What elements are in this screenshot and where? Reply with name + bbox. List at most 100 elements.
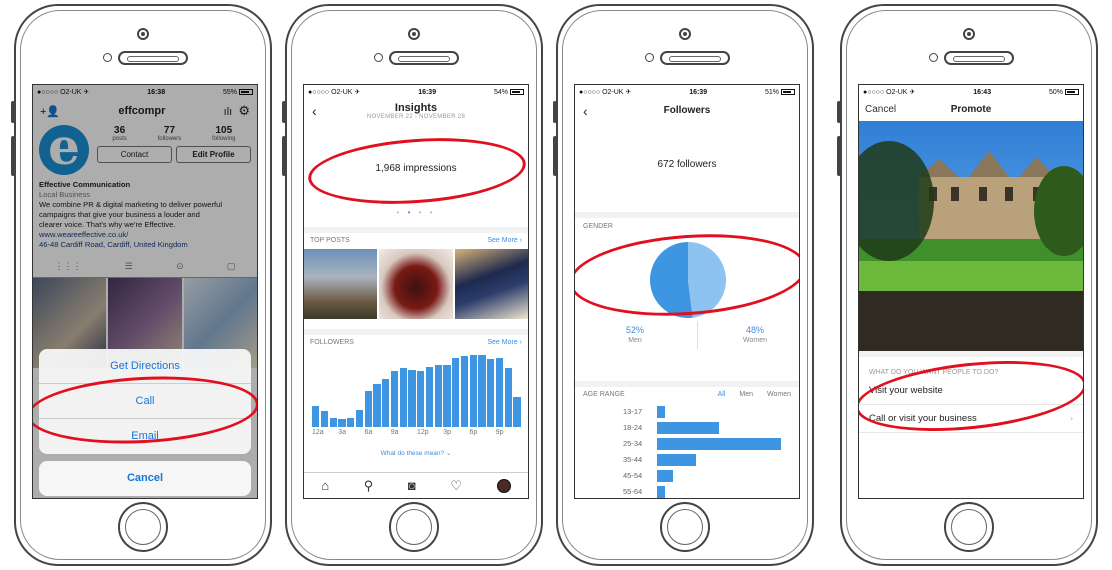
- impressions-count: 1,968 impressions: [375, 163, 457, 174]
- post-thumbnail[interactable]: [304, 249, 378, 319]
- followers-chart-header: FOLLOWERS See More ›: [304, 329, 528, 349]
- top-posts-header: TOP POSTS See More ›: [304, 227, 528, 247]
- post-thumbnail[interactable]: [379, 249, 453, 319]
- page-title: Insights: [394, 102, 438, 114]
- speaker-grille: [660, 51, 730, 65]
- back-chevron-icon[interactable]: ‹: [312, 103, 317, 119]
- gender-chart: [575, 230, 799, 334]
- age-bar-55-64: [657, 486, 665, 498]
- followers-bar-5a: [355, 410, 363, 427]
- what-do-these-mean-link[interactable]: What do these mean? ⌄: [304, 449, 528, 457]
- promote-header: Cancel Promote: [859, 99, 1083, 121]
- age-tab-all[interactable]: All: [718, 391, 726, 398]
- hour-tick-label: 9a: [390, 429, 399, 436]
- bottom-tab-bar: ⌂ ⚲ ◙ ♡: [304, 472, 528, 498]
- visit-website-option[interactable]: Visit your website: [859, 377, 1083, 405]
- followers-bar-9p: [495, 358, 503, 427]
- age-label: 13-17: [623, 407, 643, 416]
- home-button[interactable]: [389, 502, 439, 552]
- profile-tab-icon[interactable]: [496, 478, 511, 493]
- age-row-35-44: 35-44: [575, 453, 795, 467]
- phone-profile: ●○○○○ O2-UK ✈ 16:38 55% +👤 effcompr ılı …: [11, 4, 272, 566]
- gender-section-header: GENDER: [575, 212, 799, 230]
- age-label: 45-54: [623, 471, 643, 480]
- followers-bar-2p: [434, 365, 442, 427]
- get-directions-option[interactable]: Get Directions: [39, 349, 251, 384]
- hour-tick-label: 6p: [469, 429, 478, 436]
- hour-tick-label: 3a: [338, 429, 347, 436]
- followers-bar-12a: [312, 405, 320, 427]
- followers-bar-8a: [382, 378, 390, 427]
- followers-bar-2a: [329, 418, 337, 427]
- age-row-25-34: 25-34: [575, 437, 795, 451]
- hour-tick-label: 3p: [443, 429, 452, 436]
- gender-pie-svg: [650, 242, 726, 318]
- camera-icon: [137, 28, 149, 40]
- hour-tick-label: 9p: [495, 429, 504, 436]
- phone-followers: ●○○○○ O2-UK ✈ 16:39 51% ‹ Followers 672 …: [553, 4, 814, 566]
- age-label: 25-34: [623, 439, 643, 448]
- followers-bar-7p: [478, 355, 486, 427]
- status-bar: ●○○○○ O2-UK ✈ 16:39 51%: [575, 85, 799, 99]
- men-percentage: 52% Men: [625, 325, 644, 344]
- followers-bar-3a: [338, 418, 346, 427]
- email-option[interactable]: Email: [39, 419, 251, 454]
- followers-screen: ●○○○○ O2-UK ✈ 16:39 51% ‹ Followers 672 …: [574, 84, 800, 499]
- home-button[interactable]: [118, 502, 168, 552]
- call-option[interactable]: Call: [39, 384, 251, 419]
- page-title: Followers: [663, 105, 711, 116]
- see-more-link[interactable]: See More ›: [487, 339, 522, 346]
- profile-screen: ●○○○○ O2-UK ✈ 16:38 55% +👤 effcompr ılı …: [32, 84, 258, 499]
- age-bar-25-34: [657, 438, 781, 450]
- status-bar: ●○○○○ O2-UK ✈ 16:43 50%: [859, 85, 1083, 99]
- search-tab-icon[interactable]: ⚲: [364, 478, 374, 494]
- page-dots: • • • •: [396, 208, 436, 217]
- cancel-link[interactable]: Cancel: [865, 99, 896, 121]
- phone-insights: ●○○○○ O2-UK ✈ 16:39 54% ‹ Insights NOVEM…: [282, 4, 543, 566]
- followers-hourly-chart: [312, 351, 521, 427]
- promote-question: WHAT DO YOU WANT PEOPLE TO DO?: [859, 351, 1083, 377]
- cancel-button[interactable]: Cancel: [39, 461, 251, 496]
- heart-tab-icon[interactable]: ♡: [450, 478, 462, 494]
- page-title: Promote: [950, 104, 992, 115]
- insights-header: ‹ Insights NOVEMBER 22 - NOVEMBER 28: [304, 99, 528, 129]
- followers-bar-8p: [487, 359, 495, 427]
- age-tab-women[interactable]: Women: [767, 391, 791, 398]
- age-bar-45-54: [657, 470, 673, 482]
- age-row-18-24: 18-24: [575, 421, 795, 435]
- top-posts-row: [304, 247, 528, 321]
- speaker-grille: [389, 51, 459, 65]
- age-label: 18-24: [623, 423, 643, 432]
- status-bar: ●○○○○ O2-UK ✈ 16:39 54%: [304, 85, 528, 99]
- followers-header: ‹ Followers: [575, 99, 799, 123]
- hour-tick-label: 6a: [364, 429, 373, 436]
- home-button[interactable]: [660, 502, 710, 552]
- followers-bar-6a: [364, 391, 372, 427]
- home-button[interactable]: [944, 502, 994, 552]
- call-or-visit-option[interactable]: Call or visit your business ›: [859, 405, 1083, 433]
- pie-slice-women: [688, 242, 726, 318]
- insights-screen: ●○○○○ O2-UK ✈ 16:39 54% ‹ Insights NOVEM…: [303, 84, 529, 499]
- date-range: NOVEMBER 22 - NOVEMBER 28: [366, 114, 466, 120]
- speaker-grille: [944, 51, 1014, 65]
- four-phone-mockup: ●○○○○ O2-UK ✈ 16:38 55% +👤 effcompr ılı …: [0, 0, 1112, 570]
- action-sheet: Get Directions Call Email: [39, 349, 251, 454]
- post-thumbnail[interactable]: [454, 249, 528, 319]
- hour-axis: 12a 3a 6a 9a 12p 3p 6p 9p: [312, 427, 520, 439]
- phone-promote: ●○○○○ O2-UK ✈ 16:43 50% Cancel Promote W…: [837, 4, 1098, 566]
- hour-tick-label: 12a: [312, 429, 324, 436]
- age-label: 55-64: [623, 487, 643, 496]
- age-row-55-64: 55-64: [575, 485, 795, 498]
- followers-bar-1a: [320, 410, 328, 427]
- followers-bar-4a: [347, 418, 355, 427]
- see-more-link[interactable]: See More ›: [487, 237, 522, 244]
- age-label: 35-44: [623, 455, 643, 464]
- followers-bar-12p: [417, 370, 425, 427]
- followers-bar-3p: [443, 365, 451, 427]
- age-bar-18-24: [657, 422, 719, 434]
- back-chevron-icon[interactable]: ‹: [583, 99, 588, 123]
- camera-tab-icon[interactable]: ◙: [408, 478, 416, 493]
- home-tab-icon[interactable]: ⌂: [321, 478, 329, 493]
- age-tab-men[interactable]: Men: [739, 391, 753, 398]
- followers-bar-10p: [504, 368, 512, 427]
